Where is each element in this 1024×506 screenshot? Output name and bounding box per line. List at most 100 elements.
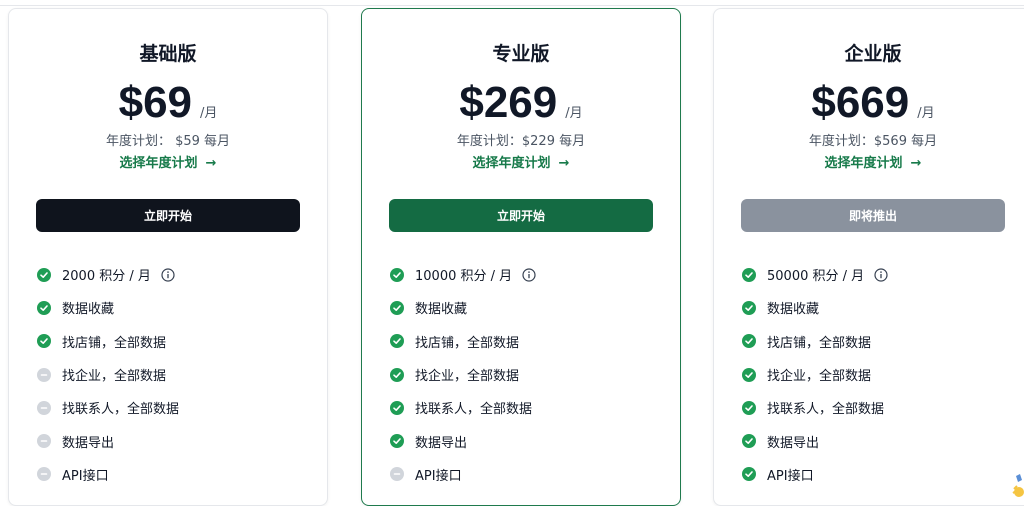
plan-price: $269 xyxy=(459,78,558,127)
feature-item: 数据收藏 xyxy=(390,291,660,324)
plan-price: $69 xyxy=(118,78,193,127)
feature-label: 50000 积分 / 月 xyxy=(767,269,865,285)
feature-item: API接口 xyxy=(742,458,1012,491)
feature-item: 数据导出 xyxy=(390,424,660,457)
feature-label: 找店铺，全部数据 xyxy=(62,335,167,351)
feature-item: 找联系人，全部数据 xyxy=(742,391,1012,424)
feature-label: API接口 xyxy=(767,468,814,484)
feature-item: 10000 积分 / 月 xyxy=(390,258,660,291)
check-circle-icon xyxy=(390,434,404,449)
feature-item: API接口 xyxy=(390,458,660,491)
feature-label: 数据收藏 xyxy=(415,302,468,318)
price-period: /月 xyxy=(917,106,935,121)
feature-label: 找企业，全部数据 xyxy=(767,369,872,385)
feature-item: 找店铺，全部数据 xyxy=(390,325,660,358)
check-circle-icon xyxy=(742,434,756,449)
feature-item: 找联系人，全部数据 xyxy=(390,391,660,424)
pricing-card-2: 企业版 $669/月年度计划：$569 每月选择年度计划 → 即将推出 50000 积分… xyxy=(713,8,1024,506)
minus-circle-icon xyxy=(37,367,51,382)
feature-item: 找企业，全部数据 xyxy=(742,358,1012,391)
feature-label: 找联系人，全部数据 xyxy=(767,402,885,418)
start-now-button[interactable]: 立即开始 xyxy=(389,199,653,232)
plan-title: 专业版 xyxy=(492,43,550,65)
minus-circle-icon xyxy=(37,434,51,449)
minus-circle-icon xyxy=(37,467,51,482)
plan-title: 企业版 xyxy=(844,43,902,65)
price-period: /月 xyxy=(565,106,583,121)
plan-price: $669 xyxy=(811,78,910,127)
price-period: /月 xyxy=(200,106,218,121)
feature-label: API接口 xyxy=(62,468,109,484)
check-circle-icon xyxy=(37,267,51,282)
check-circle-icon xyxy=(390,400,404,415)
select-annual-plan-link[interactable]: 选择年度计划 → xyxy=(9,152,327,171)
feature-label: 数据导出 xyxy=(62,435,115,451)
feature-item: 数据收藏 xyxy=(37,291,307,324)
feature-label: 找联系人，全部数据 xyxy=(62,402,180,418)
check-circle-icon xyxy=(742,400,756,415)
feature-item: 数据导出 xyxy=(742,424,1012,457)
annual-plan-text: 年度计划：$229 每月 xyxy=(456,134,586,149)
pricing-card-1: 专业版 $269/月年度计划：$229 每月选择年度计划 → 立即开始 10000 积分… xyxy=(361,8,681,506)
feature-label: API接口 xyxy=(415,468,462,484)
pricing-card-0: 基础版 $69/月年度计划： $59 每月选择年度计划 → 立即开始 2000 积分 /… xyxy=(8,8,328,506)
feature-label: 找店铺，全部数据 xyxy=(767,335,872,351)
arrow-right-icon: → xyxy=(205,156,217,171)
feature-list: 10000 积分 / 月数据收藏找店铺，全部数据 找企业，全部数据 找联系人，全部数… xyxy=(390,258,660,491)
feature-item: API接口 xyxy=(37,458,307,491)
check-circle-icon xyxy=(742,300,756,315)
check-circle-icon xyxy=(742,467,756,482)
select-annual-plan-label: 选择年度计划 xyxy=(472,156,551,171)
check-circle-icon xyxy=(742,334,756,349)
check-circle-icon xyxy=(390,367,404,382)
feature-label: 找企业，全部数据 xyxy=(415,369,520,385)
feature-label: 找企业，全部数据 xyxy=(62,369,167,385)
feature-label: 数据收藏 xyxy=(62,302,115,318)
check-circle-icon xyxy=(390,300,404,315)
info-icon[interactable] xyxy=(874,268,888,282)
feature-item: 找店铺，全部数据 xyxy=(37,325,307,358)
feature-label: 10000 积分 / 月 xyxy=(415,269,513,285)
feature-label: 数据导出 xyxy=(415,435,468,451)
waving-hand-icon[interactable] xyxy=(1010,472,1024,500)
feature-label: 找联系人，全部数据 xyxy=(415,402,533,418)
feature-label: 找店铺，全部数据 xyxy=(415,335,520,351)
price-row: $269/月 xyxy=(362,77,680,129)
info-icon[interactable] xyxy=(161,268,175,282)
check-circle-icon xyxy=(742,367,756,382)
feature-item: 找店铺，全部数据 xyxy=(742,325,1012,358)
price-row: $69/月 xyxy=(9,77,327,129)
feature-item: 2000 积分 / 月 xyxy=(37,258,307,291)
feature-label: 2000 积分 / 月 xyxy=(62,269,151,285)
annual-plan-text: 年度计划：$569 每月 xyxy=(808,134,938,149)
select-annual-plan-link[interactable]: 选择年度计划 → xyxy=(362,152,680,171)
select-annual-plan-label: 选择年度计划 xyxy=(119,156,198,171)
coming-soon-button[interactable]: 即将推出 xyxy=(741,199,1005,232)
annual-plan-text: 年度计划： $59 每月 xyxy=(105,134,231,149)
start-now-button[interactable]: 立即开始 xyxy=(36,199,300,232)
select-annual-plan-label: 选择年度计划 xyxy=(824,156,903,171)
feature-list: 50000 积分 / 月数据收藏找店铺，全部数据 找企业，全部数据 找联系人，全部数… xyxy=(742,258,1012,491)
feature-item: 50000 积分 / 月 xyxy=(742,258,1012,291)
page-top-divider xyxy=(0,5,1024,6)
feature-list: 2000 积分 / 月数据收藏找店铺，全部数据 找企业，全部数据 找联系人，全部数据… xyxy=(37,258,307,491)
arrow-right-icon: → xyxy=(910,156,922,171)
feature-label: 数据导出 xyxy=(767,435,820,451)
arrow-right-icon: → xyxy=(558,156,570,171)
check-circle-icon xyxy=(390,267,404,282)
select-annual-plan-link[interactable]: 选择年度计划 → xyxy=(714,152,1024,171)
feature-item: 找企业，全部数据 xyxy=(390,358,660,391)
info-icon[interactable] xyxy=(522,268,536,282)
feature-item: 找企业，全部数据 xyxy=(37,358,307,391)
check-circle-icon xyxy=(37,300,51,315)
check-circle-icon xyxy=(37,334,51,349)
plan-title: 基础版 xyxy=(139,43,197,65)
feature-item: 找联系人，全部数据 xyxy=(37,391,307,424)
check-circle-icon xyxy=(742,267,756,282)
feature-label: 数据收藏 xyxy=(767,302,820,318)
price-row: $669/月 xyxy=(714,77,1024,129)
feature-item: 数据导出 xyxy=(37,424,307,457)
minus-circle-icon xyxy=(37,400,51,415)
minus-circle-icon xyxy=(390,467,404,482)
check-circle-icon xyxy=(390,334,404,349)
